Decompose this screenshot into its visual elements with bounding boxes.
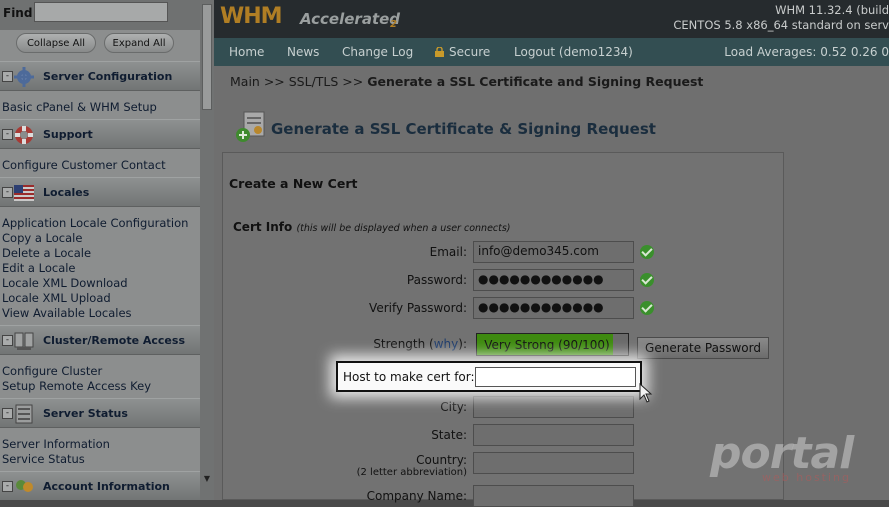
breadcrumb-current: Generate a SSL Certificate and Signing R… [367,74,704,89]
company-field[interactable] [473,485,634,507]
find-bar: Find [0,0,200,30]
sidebar-link-locale-upload[interactable]: Locale XML Upload [2,291,111,305]
collapse-toggle-icon[interactable]: - [2,71,13,82]
sidebar-link-service-status[interactable]: Service Status [2,452,85,466]
password-strength-meter: Very Strong (90/100) [476,333,629,356]
category-label: Account Information [43,480,170,493]
country-label: Country: [416,453,467,467]
sidebar-link-basic-setup[interactable]: Basic cPanel & WHM Setup [2,100,157,114]
find-label: Find [3,6,33,20]
sidebar: Find Collapse All Expand All - Server Co… [0,0,200,500]
whm-logo[interactable]: WHM [220,4,283,29]
verify-password-field[interactable]: ●●●●●●●●●●●● [473,297,634,319]
nav-home[interactable]: Home [229,45,264,59]
lifebuoy-icon [15,126,33,144]
sidebar-link-locale-download[interactable]: Locale XML Download [2,276,128,290]
state-label: State: [431,428,467,442]
password-field[interactable]: ●●●●●●●●●●●● [473,269,634,291]
collapse-toggle-icon[interactable]: - [2,408,13,419]
city-label: City: [440,400,467,414]
lock-icon [435,47,444,57]
nav-change-log[interactable]: Change Log [342,45,413,59]
breadcrumb-path[interactable]: Main >> SSL/TLS >> [230,74,367,89]
strength-text: Very Strong (90/100) [484,338,610,352]
category-server-configuration[interactable]: - Server Configuration [0,61,200,91]
category-support[interactable]: - Support [0,119,200,149]
server-status-icon [15,404,33,424]
host-label: Host to make cert for: [343,370,475,384]
sidebar-link-server-info[interactable]: Server Information [2,437,110,451]
strength-why-link[interactable]: why [434,337,459,351]
us-flag-icon [14,185,34,201]
collapse-all-button[interactable]: Collapse All [16,33,96,53]
sidebar-link-copy-locale[interactable]: Copy a Locale [2,231,82,245]
accounts-icon [16,480,33,492]
sidebar-link-edit-locale[interactable]: Edit a Locale [2,261,76,275]
sidebar-link-remote-access-key[interactable]: Setup Remote Access Key [2,379,151,393]
category-label: Server Configuration [43,70,173,83]
strength-label: Strength (why): [373,337,467,351]
collapse-toggle-icon[interactable]: - [2,335,13,346]
category-label: Locales [43,186,90,199]
category-account-information[interactable]: - Account Information [0,471,200,500]
strength-label-text: Strength [373,337,426,351]
collapse-toggle-icon[interactable]: - [2,187,13,198]
host-input[interactable] [475,367,636,387]
nav-news[interactable]: News [287,45,319,59]
category-label: Cluster/Remote Access [43,334,185,347]
ssl-certificate-icon [236,111,265,142]
city-field[interactable] [473,396,634,418]
os-text: CENTOS 5.8 x86_64 standard on serv [673,18,889,32]
password-valid-check-icon [640,273,654,287]
gear-icon [14,67,34,87]
cert-info-label: Cert Info [233,220,293,234]
category-label: Support [43,128,93,141]
scroll-down-arrow-icon[interactable]: ▼ [200,472,214,486]
country-field[interactable] [473,452,634,474]
category-label: Server Status [43,407,128,420]
sidebar-scrollbar-thumb[interactable] [202,4,212,110]
sidebar-link-view-locales[interactable]: View Available Locales [2,306,132,320]
page-title: Generate a SSL Certificate & Signing Req… [271,120,656,138]
find-input[interactable] [34,2,168,22]
category-cluster-remote-access[interactable]: - Cluster/Remote Access [0,325,200,355]
watermark-subtitle: web hosting [762,471,851,484]
whm-logo-version: 2 [390,19,397,30]
host-row-highlight: Host to make cert for: [336,361,642,392]
state-field[interactable] [473,424,634,446]
nav-secure[interactable]: Secure [449,45,490,59]
collapse-toggle-icon[interactable]: - [2,481,13,492]
cert-info-note: (this will be displayed when a user conn… [296,223,511,234]
category-server-status[interactable]: - Server Status [0,398,200,428]
expand-all-button[interactable]: Expand All [104,33,174,53]
mouse-cursor-icon [639,383,653,403]
cluster-icon [14,332,34,350]
version-text: WHM 11.32.4 (build [775,3,889,17]
company-label: Company Name: [366,489,467,503]
sidebar-link-customer-contact[interactable]: Configure Customer Contact [2,158,166,172]
email-valid-check-icon [640,245,654,259]
collapse-toggle-icon[interactable]: - [2,129,13,140]
header: WHM Accelerated 2 WHM 11.32.4 (build CEN… [214,0,889,38]
verify-password-label: Verify Password: [369,301,467,315]
top-nav: Home News Change Log Secure Logout (demo… [214,38,889,66]
sidebar-link-delete-locale[interactable]: Delete a Locale [2,246,91,260]
whm-logo-accelerated: Accelerated [300,10,401,28]
form-panel: Create a New Cert Cert Info (this will b… [222,152,784,507]
nav-logout[interactable]: Logout (demo1234) [514,45,633,59]
sidebar-link-configure-cluster[interactable]: Configure Cluster [2,364,102,378]
email-label: Email: [429,245,467,259]
category-locales[interactable]: - Locales [0,177,200,207]
email-field[interactable]: info@demo345.com [473,241,634,263]
sidebar-link-app-locale[interactable]: Application Locale Configuration [2,216,188,230]
password-label: Password: [406,273,467,287]
cert-info-heading: Cert Info (this will be displayed when a… [233,220,511,234]
load-averages: Load Averages: 0.52 0.26 0 [724,45,889,59]
breadcrumb: Main >> SSL/TLS >> Generate a SSL Certif… [230,74,703,89]
section-heading: Create a New Cert [229,176,358,191]
generate-password-button[interactable]: Generate Password [637,337,769,359]
verify-valid-check-icon [640,301,654,315]
country-note: (2 letter abbreviation) [356,467,467,478]
